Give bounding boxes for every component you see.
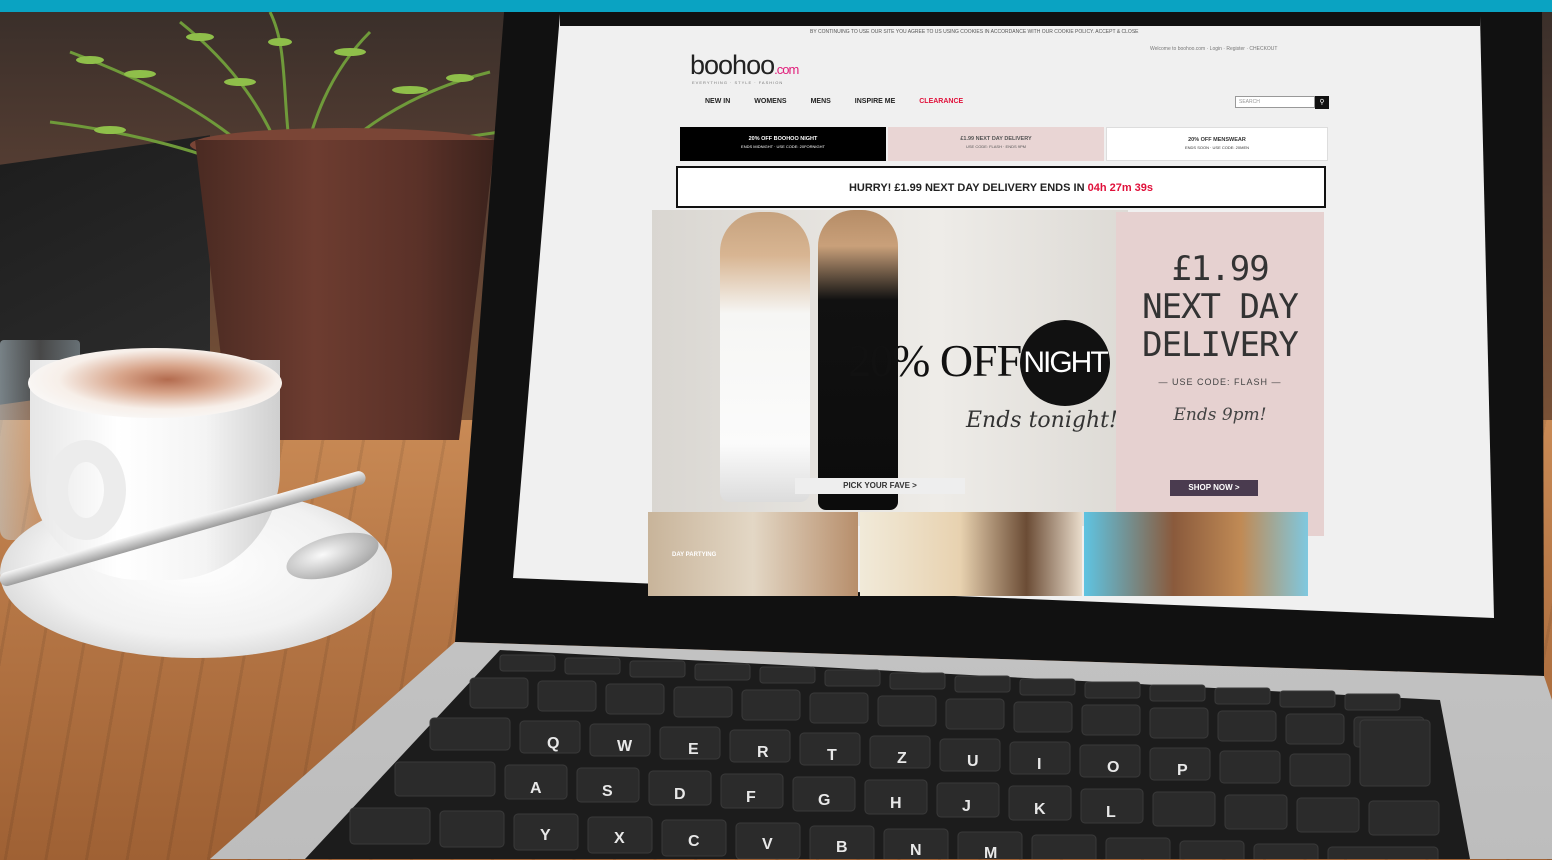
promo-menswear[interactable]: 20% OFF MENSWEAR ENDS SOON · USE CODE: 2…	[1106, 127, 1328, 161]
delivery-price: £1.99	[1171, 249, 1269, 289]
cappuccino-foam	[28, 348, 282, 418]
nav-womens[interactable]: WOMENS	[754, 98, 786, 105]
countdown-timer: 04h 27m 39s	[1087, 182, 1154, 194]
promo-sub: USE CODE: FLASH · ENDS 9PM	[965, 144, 1026, 149]
main-nav: NEW IN WOMENS MENS INSPIRE ME CLEARANCE	[705, 98, 963, 105]
hero-ends: Ends tonight!	[966, 408, 1118, 433]
nav-inspire-me[interactable]: INSPIRE ME	[855, 98, 895, 105]
nav-clearance[interactable]: CLEARANCE	[919, 98, 963, 105]
delivery-ends: Ends 9pm!	[1173, 405, 1267, 425]
logo-suffix: .com	[774, 62, 799, 77]
tile-label: DAY PARTYING	[672, 552, 717, 558]
boohoo-logo[interactable]: boohoo.com	[690, 50, 799, 81]
delivery-line3: DELIVERY	[1142, 325, 1299, 365]
category-tile-2[interactable]	[860, 512, 1082, 596]
promo-night[interactable]: 20% OFF BOOHOO NIGHT ENDS MIDNIGHT · USE…	[680, 127, 886, 161]
night-badge: NIGHT	[1020, 320, 1110, 406]
cup-handle	[46, 440, 126, 540]
delivery-line2: NEXT DAY	[1142, 287, 1299, 327]
search-icon: ⚲	[1319, 99, 1325, 106]
countdown-banner: HURRY! £1.99 NEXT DAY DELIVERY ENDS IN 0…	[676, 166, 1326, 208]
search-button[interactable]: ⚲	[1315, 96, 1329, 109]
search-input[interactable]: SEARCH	[1235, 96, 1315, 108]
nav-new-in[interactable]: NEW IN	[705, 98, 730, 105]
model-white-dress	[720, 212, 810, 502]
delivery-code: — USE CODE: FLASH —	[1158, 377, 1282, 387]
promo-title: £1.99 NEXT DAY DELIVERY	[960, 136, 1032, 142]
delivery-headline: £1.99 NEXT DAY DELIVERY	[1130, 250, 1310, 364]
pick-fave-button[interactable]: PICK YOUR FAVE >	[795, 478, 965, 494]
cookie-notice: BY CONTINUING TO USE OUR SITE YOU AGREE …	[810, 29, 1139, 35]
site-topbar	[560, 14, 1480, 26]
promo-title: 20% OFF MENSWEAR	[1188, 137, 1246, 143]
accent-band	[0, 0, 1552, 12]
countdown-text: HURRY! £1.99 NEXT DAY DELIVERY ENDS IN	[848, 182, 1088, 194]
account-links[interactable]: Welcome to boohoo.com · Login · Register…	[1150, 46, 1277, 52]
category-tile-3[interactable]	[1084, 512, 1308, 596]
promo-sub: ENDS SOON · USE CODE: 20MEN	[1184, 145, 1249, 150]
promo-delivery[interactable]: £1.99 NEXT DAY DELIVERY USE CODE: FLASH …	[888, 127, 1104, 161]
shop-now-button[interactable]: SHOP NOW >	[1170, 480, 1258, 496]
promo-sub: ENDS MIDNIGHT · USE CODE: 20FORNIGHT	[741, 144, 825, 149]
hero-offer: 20% OFF	[848, 335, 1022, 386]
nav-mens[interactable]: MENS	[811, 98, 831, 105]
logo-text: boohoo	[690, 50, 775, 80]
logo-tagline: EVERYTHING · STYLE · FASHION	[692, 80, 784, 85]
promo-title: 20% OFF BOOHOO NIGHT	[748, 136, 818, 142]
